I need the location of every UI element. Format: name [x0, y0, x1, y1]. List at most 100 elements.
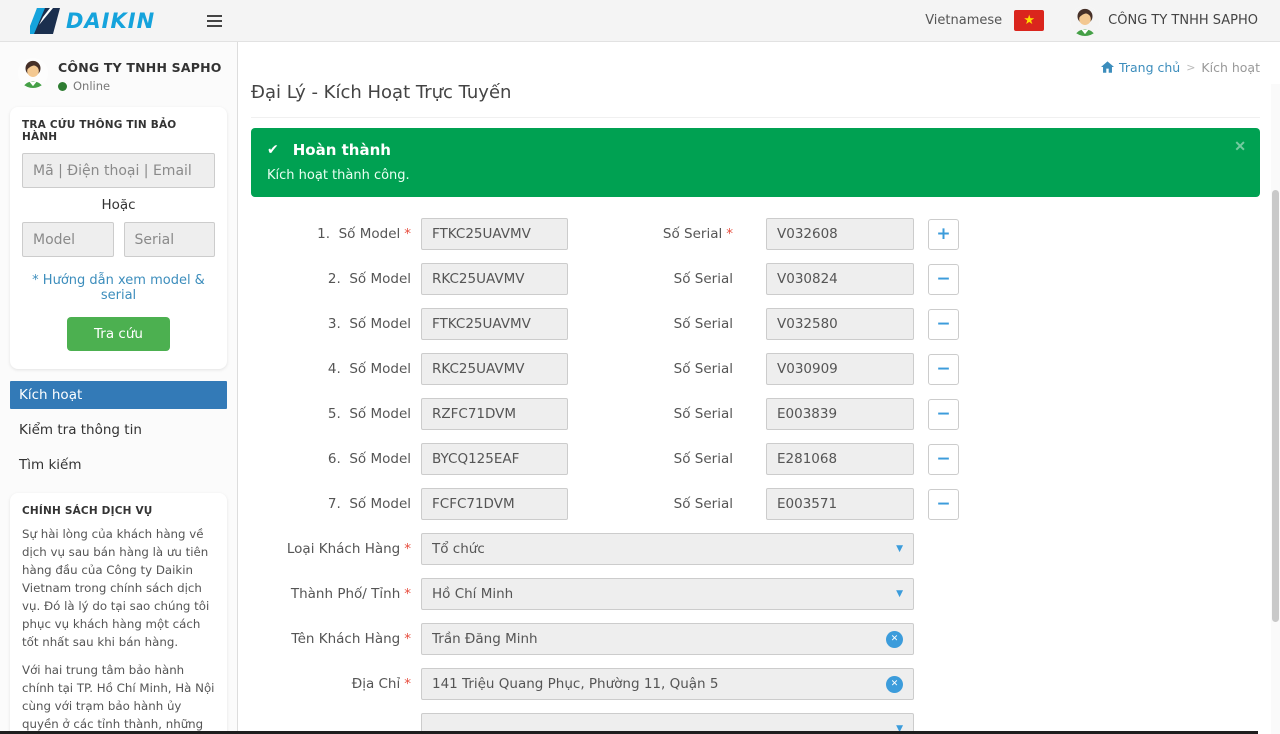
chevron-down-icon[interactable]: ▼	[896, 544, 903, 554]
model-input[interactable]	[421, 263, 568, 295]
home-icon	[1101, 61, 1114, 73]
model-input[interactable]	[421, 488, 568, 520]
field-label: Địa Chỉ*	[251, 668, 411, 700]
serial-input[interactable]	[766, 443, 914, 475]
model-serial-row: 2. Số Model* Số Serial* −	[251, 263, 1260, 295]
search-card-title: TRA CỨU THÔNG TIN BẢO HÀNH	[22, 119, 215, 143]
model-serial-guide-link[interactable]: * Hướng dẫn xem model & serial	[22, 273, 215, 303]
serial-label: Số Serial*	[568, 353, 733, 385]
menu-toggle-icon[interactable]	[203, 11, 226, 31]
warranty-search-input[interactable]	[22, 153, 215, 188]
model-label: 5. Số Model*	[251, 398, 411, 430]
text-field[interactable]: 141 Triệu Quang Phục, Phường 11, Quận 5 …	[421, 668, 914, 700]
online-status-icon	[58, 82, 67, 91]
daikin-logo[interactable]: DAIKIN	[30, 8, 155, 34]
field-label: Tên Khách Hàng*	[251, 623, 411, 655]
text-field[interactable]: Trần Đăng Minh ✕	[421, 623, 914, 655]
form-field-row: Thành Phố/ Tỉnh* Hồ Chí Minh ▼	[251, 578, 1260, 610]
serial-input[interactable]	[766, 218, 914, 250]
model-search-input[interactable]	[22, 222, 114, 257]
chevron-down-icon[interactable]: ▼	[896, 589, 903, 599]
policy-paragraph: Với hai trung tâm bảo hành chính tại TP.…	[22, 662, 215, 734]
remove-row-button[interactable]: −	[928, 489, 959, 520]
breadcrumb-home-label: Trang chủ	[1119, 60, 1180, 75]
success-alert: ✔ Hoàn thành Kích hoạt thành công. ✕	[251, 128, 1260, 197]
check-icon: ✔	[267, 142, 279, 158]
field-label: Loại Khách Hàng*	[251, 533, 411, 565]
policy-title: CHÍNH SÁCH DỊCH VỤ	[22, 505, 215, 517]
language-selector[interactable]: Vietnamese	[925, 13, 1002, 28]
sidebar-user-panel: CÔNG TY TNHH SAPHO Online	[0, 50, 237, 103]
service-policy-card: CHÍNH SÁCH DỊCH VỤ Sự hài lòng của khách…	[10, 493, 227, 734]
model-serial-row: 7. Số Model* Số Serial* −	[251, 488, 1260, 520]
model-input[interactable]	[421, 443, 568, 475]
model-label: 1. Số Model*	[251, 218, 411, 250]
serial-label: Số Serial*	[568, 443, 733, 475]
remove-row-button[interactable]: −	[928, 354, 959, 385]
model-serial-row: 4. Số Model* Số Serial* −	[251, 353, 1260, 385]
sidebar-menu-item[interactable]: Kiểm tra thông tin	[10, 416, 227, 444]
sidebar-user-name: CÔNG TY TNHH SAPHO	[58, 58, 222, 75]
serial-input[interactable]	[766, 263, 914, 295]
vietnam-flag-icon[interactable]: ★	[1014, 10, 1044, 31]
breadcrumb-home-link[interactable]: Trang chủ	[1101, 60, 1180, 75]
serial-input[interactable]	[766, 488, 914, 520]
model-label: 2. Số Model*	[251, 263, 411, 295]
serial-label: Số Serial*	[568, 263, 733, 295]
model-input[interactable]	[421, 398, 568, 430]
serial-input[interactable]	[766, 353, 914, 385]
model-input[interactable]	[421, 308, 568, 340]
sidebar-avatar	[18, 58, 48, 88]
field-value: 141 Triệu Quang Phục, Phường 11, Quận 5	[432, 676, 878, 692]
search-button[interactable]: Tra cứu	[67, 317, 170, 351]
brand-text: DAIKIN	[66, 9, 155, 33]
serial-label: Số Serial*	[568, 398, 733, 430]
model-input[interactable]	[421, 218, 568, 250]
field-value: Hồ Chí Minh	[432, 586, 888, 602]
model-label: 7. Số Model*	[251, 488, 411, 520]
select-field[interactable]: Tổ chức ▼	[421, 533, 914, 565]
warranty-search-card: TRA CỨU THÔNG TIN BẢO HÀNH Hoặc * Hướng …	[10, 107, 227, 369]
status-label: Online	[73, 79, 110, 93]
select-field[interactable]: Hồ Chí Minh ▼	[421, 578, 914, 610]
serial-label: Số Serial*	[568, 488, 733, 520]
sidebar: CÔNG TY TNHH SAPHO Online TRA CỨU THÔNG …	[0, 42, 238, 734]
serial-label: Số Serial*	[568, 218, 733, 250]
add-row-button[interactable]: +	[928, 219, 959, 250]
remove-row-button[interactable]: −	[928, 444, 959, 475]
breadcrumb-separator: >	[1186, 61, 1195, 74]
form-field-row: Địa Chỉ* 141 Triệu Quang Phục, Phường 11…	[251, 668, 1260, 700]
scrollbar-thumb[interactable]	[1272, 190, 1279, 622]
clear-input-icon[interactable]: ✕	[886, 676, 903, 693]
daikin-logo-mark	[30, 8, 60, 34]
breadcrumb-current: Kích hoạt	[1201, 60, 1260, 75]
form-field-row: Loại Khách Hàng* Tổ chức ▼	[251, 533, 1260, 565]
model-label: 4. Số Model*	[251, 353, 411, 385]
scrollbar[interactable]	[1271, 84, 1280, 734]
sidebar-menu: Kích hoạt Kiểm tra thông tin Tìm kiếm	[10, 381, 227, 479]
remove-row-button[interactable]: −	[928, 399, 959, 430]
remove-row-button[interactable]: −	[928, 309, 959, 340]
clear-input-icon[interactable]: ✕	[886, 631, 903, 648]
sidebar-menu-item[interactable]: Kích hoạt	[10, 381, 227, 409]
model-serial-row: 3. Số Model* Số Serial* −	[251, 308, 1260, 340]
main-content: Trang chủ > Kích hoạt Đại Lý - Kích Hoạt…	[238, 42, 1280, 734]
alert-title: Hoàn thành	[293, 141, 391, 159]
remove-row-button[interactable]: −	[928, 264, 959, 295]
model-input[interactable]	[421, 353, 568, 385]
serial-search-input[interactable]	[124, 222, 216, 257]
activation-form: 1. Số Model* Số Serial* + 2. Số Model* S…	[251, 218, 1260, 734]
user-avatar	[1070, 6, 1100, 36]
field-label: Thành Phố/ Tỉnh*	[251, 578, 411, 610]
field-value: Trần Đăng Minh	[432, 631, 878, 647]
serial-input[interactable]	[766, 398, 914, 430]
policy-paragraph: Sự hài lòng của khách hàng về dịch vụ sa…	[22, 526, 215, 651]
sidebar-menu-item[interactable]: Tìm kiếm	[10, 451, 227, 479]
alert-close-icon[interactable]: ✕	[1234, 138, 1246, 155]
header-user-menu[interactable]: CÔNG TY TNHH SAPHO	[1070, 6, 1258, 36]
user-status: Online	[58, 79, 222, 93]
page-title: Đại Lý - Kích Hoạt Trực Tuyến	[251, 82, 1260, 118]
or-label: Hoặc	[22, 197, 215, 213]
app-header: DAIKIN Vietnamese ★ CÔNG TY TNHH SAPHO	[0, 0, 1280, 42]
serial-input[interactable]	[766, 308, 914, 340]
